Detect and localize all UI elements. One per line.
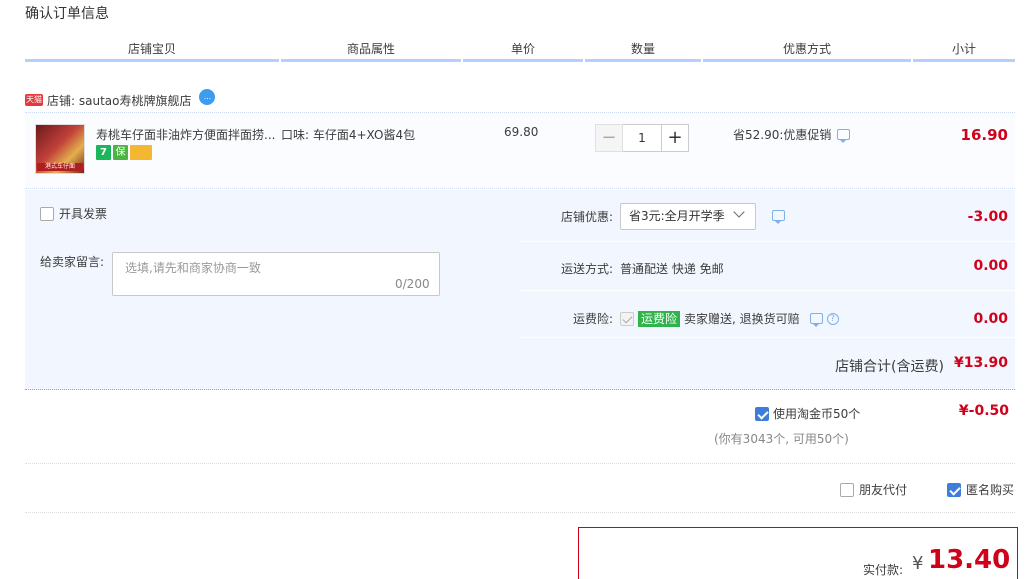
shop-discount-label: 店铺优惠:	[560, 210, 613, 224]
col-discount: 优惠方式	[703, 40, 911, 62]
insurance-checkbox	[620, 311, 634, 326]
insurance-chat-icon[interactable]	[809, 313, 823, 327]
taojinbi-label: 使用淘金币50个	[773, 407, 861, 421]
taojinbi-note: (你有3043个, 可用50个)	[714, 432, 849, 446]
shop-header: 天猫 店铺: sautao寿桃牌旗舰店 ...	[25, 89, 216, 110]
anonymous-purchase-checkbox[interactable]	[947, 482, 961, 497]
insurance-text: 卖家赠送, 退换货可赔	[684, 312, 800, 326]
friend-pay-label: 朋友代付	[859, 483, 908, 497]
taojinbi-option[interactable]: 使用淘金币50个	[755, 405, 860, 422]
item-subtotal: 16.90	[960, 126, 1008, 144]
seven-day-return-icon[interactable]: 7	[96, 145, 111, 160]
invoice-option[interactable]: 开具发票	[40, 205, 107, 222]
invoice-checkbox[interactable]	[40, 206, 54, 221]
col-quantity: 数量	[585, 40, 701, 62]
product-title-link[interactable]: 寿桃车仔面非油炸方便面拌面捞...	[96, 126, 276, 143]
shop-discount-select[interactable]: 省3元:全月开学季	[620, 203, 756, 230]
col-shop-item: 店铺宝贝	[25, 40, 279, 62]
guarantee-icon[interactable]: 保	[113, 145, 128, 160]
shop-total-value: ¥13.90	[953, 355, 1008, 371]
invoice-label: 开具发票	[59, 207, 108, 221]
promotion-detail-icon[interactable]	[837, 129, 851, 143]
quantity-input[interactable]: 1	[623, 124, 661, 152]
payment-currency: ¥	[912, 553, 924, 574]
insurance-label: 运费险:	[572, 312, 613, 326]
discount-detail-icon[interactable]	[772, 210, 785, 224]
shop-discount-amount: -3.00	[967, 209, 1008, 225]
quantity-decrease-button[interactable]: −	[595, 124, 623, 152]
unit-price: 69.80	[504, 125, 539, 139]
page-title: 确认订单信息	[25, 6, 109, 22]
divider	[25, 512, 1015, 513]
shipping-amount: 0.00	[973, 258, 1008, 274]
insurance-badge: 运费险	[638, 310, 681, 327]
col-subtotal: 小计	[913, 40, 1015, 62]
wangwang-chat-icon[interactable]: ...	[199, 89, 216, 105]
anonymous-purchase-label: 匿名购买	[966, 483, 1015, 497]
friend-pay-checkbox[interactable]	[840, 482, 854, 497]
shipping-method: 普通配送 快递 免邮	[620, 262, 724, 276]
col-unit-price: 单价	[463, 40, 583, 62]
help-icon[interactable]: ?	[826, 312, 839, 325]
taojinbi-amount: ¥-0.50	[958, 403, 1009, 419]
anonymous-purchase-option[interactable]: 匿名购买	[947, 481, 1014, 498]
credit-card-icon[interactable]	[130, 145, 152, 160]
quantity-increase-button[interactable]: +	[661, 124, 689, 152]
order-item-row	[25, 112, 1015, 189]
service-icons: 7 保	[96, 145, 152, 160]
taojinbi-checkbox[interactable]	[755, 406, 769, 421]
payment-amount: 13.40	[928, 545, 1011, 575]
shop-total-label: 店铺合计(含运费)	[835, 359, 944, 375]
shop-name-link[interactable]: 店铺: sautao寿桃牌旗舰店	[47, 92, 191, 109]
product-attribute: 口味: 车仔面4+XO酱4包	[281, 128, 416, 142]
promotion-text: 省52.90:优惠促销	[733, 128, 832, 142]
insurance-amount: 0.00	[973, 311, 1008, 327]
item-promotion: 省52.90:优惠促销	[733, 126, 851, 143]
friend-pay-option[interactable]: 朋友代付	[840, 481, 907, 498]
seller-message-placeholder: 选填,请先和商家协商一致	[125, 261, 261, 275]
quantity-stepper: − 1 +	[595, 124, 689, 152]
insurance-info: 运费险 卖家赠送, 退换货可赔 ?	[620, 310, 839, 327]
payment-label: 实付款:	[863, 563, 904, 577]
shipping-label: 运送方式:	[560, 262, 613, 276]
col-attributes: 商品属性	[281, 40, 461, 62]
thumbnail-caption: 港式车仔面	[37, 163, 83, 171]
message-char-count: 0/200	[395, 277, 430, 291]
divider	[25, 463, 1015, 464]
seller-message-label: 给卖家留言:	[40, 255, 105, 269]
table-header: 店铺宝贝 商品属性 单价 数量 优惠方式 小计	[25, 40, 1015, 62]
tmall-icon: 天猫	[25, 94, 43, 106]
